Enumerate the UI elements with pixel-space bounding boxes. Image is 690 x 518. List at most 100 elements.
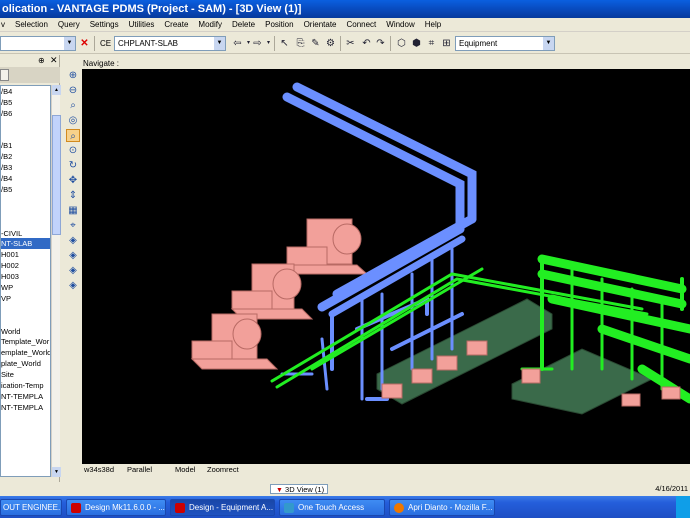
tree-item[interactable]: /B4 xyxy=(1,86,50,97)
tree-item[interactable]: H003 xyxy=(1,271,50,282)
design-explorer-tree[interactable]: /B4/B5/B6/B1/B2/B3/B4/B5 -CIVIL NT-SLAB H00… xyxy=(0,85,51,477)
menu-item-utilities[interactable]: Utilities xyxy=(124,20,160,29)
tree-item[interactable]: /B2 xyxy=(1,151,50,162)
tab-3d-view-label: 3D View (1) xyxy=(285,485,325,494)
chevron-down-icon[interactable]: ▼ xyxy=(543,37,554,50)
scroll-up-icon[interactable]: ▲ xyxy=(52,85,61,95)
zoom-in-icon[interactable]: ⊕ xyxy=(66,69,80,82)
application-mode-dropdown[interactable]: Equipment ▼ xyxy=(455,36,555,51)
taskbar-item[interactable]: Design Mk11.6.0.0 - ... xyxy=(66,499,166,516)
close-icon[interactable]: ✕ xyxy=(50,55,58,66)
taskbar-item-label: Apri Dianto - Mozilla F... xyxy=(408,503,493,512)
select-icon[interactable]: ⎘ xyxy=(294,37,307,50)
menu-item-settings[interactable]: Settings xyxy=(85,20,124,29)
edit-icon[interactable]: ✎ xyxy=(309,37,322,50)
zoom-window-icon[interactable]: ⌕ xyxy=(66,99,80,112)
status-date: 4/16/2011 xyxy=(655,484,688,493)
tree-item[interactable] xyxy=(1,315,50,326)
zoom-icon[interactable]: ⊙ xyxy=(66,144,80,157)
iso-view-3-icon[interactable]: ◈ xyxy=(66,264,80,277)
iso-view-1-icon[interactable]: ◈ xyxy=(66,234,80,247)
menu-item-delete[interactable]: Delete xyxy=(227,20,260,29)
zoom-rect-icon[interactable]: ⌕ xyxy=(66,129,80,142)
zoom-fit-icon[interactable]: ◎ xyxy=(66,114,80,127)
tree-item[interactable]: VP xyxy=(1,293,50,304)
iso-view-2-icon[interactable]: ◈ xyxy=(66,249,80,262)
zoom-out-icon[interactable]: ⊖ xyxy=(66,84,80,97)
pan-icon[interactable]: ✥ xyxy=(66,174,80,187)
tree-item[interactable]: H002 xyxy=(1,260,50,271)
menu-item-create[interactable]: Create xyxy=(159,20,193,29)
taskbar: OUT ENGINEE... Design Mk11.6.0.0 - ... D… xyxy=(0,496,690,518)
menu-item-connect[interactable]: Connect xyxy=(341,20,381,29)
tree-item[interactable]: H001 xyxy=(1,249,50,260)
pipe-icon[interactable]: ⌗ xyxy=(425,37,438,50)
tree-item[interactable]: NT-TEMPLA xyxy=(1,402,50,413)
3d-model-canvas[interactable] xyxy=(82,69,690,464)
current-element-field[interactable]: CHPLANT-SLAB ▼ xyxy=(114,36,226,51)
close-x-icon[interactable]: ✕ xyxy=(78,37,91,50)
window-title: olication - VANTAGE PDMS (Project - SAM)… xyxy=(0,0,690,18)
explorer-dropdown-button[interactable] xyxy=(0,69,9,81)
cut-icon[interactable]: ✂ xyxy=(344,37,357,50)
3d-view-window: Navigate : ⊕ ⊖ ⌕ ◎ ⌕ ⊙ ↻ ✥ ⇕ ▦ ⌖ ◈ ◈ ◈ ◈ xyxy=(62,55,690,494)
tree-item[interactable]: /B1 xyxy=(1,140,50,151)
hvac-icon[interactable]: ⊞ xyxy=(440,37,453,50)
tree-item[interactable]: NT-TEMPLA xyxy=(1,391,50,402)
tree-item[interactable]: /B5 xyxy=(1,97,50,108)
tree-item[interactable]: /B3 xyxy=(1,162,50,173)
iso-view-4-icon[interactable]: ◈ xyxy=(66,279,80,292)
redo-icon[interactable]: ↷ xyxy=(374,37,387,50)
tree-item[interactable] xyxy=(1,119,50,130)
tree-item[interactable] xyxy=(1,304,50,315)
pointer-icon[interactable]: ↖ xyxy=(278,37,291,50)
menu-item-help[interactable]: Help xyxy=(420,20,446,29)
tree-item[interactable]: /B4 xyxy=(1,173,50,184)
walk-icon[interactable]: ⇕ xyxy=(66,189,80,202)
taskbar-item-label: OUT ENGINEE... xyxy=(3,503,62,512)
tree-item[interactable]: /B5 xyxy=(1,184,50,195)
taskbar-item[interactable]: Design - Equipment A... xyxy=(170,499,275,516)
tree-item[interactable]: NT-SLAB xyxy=(1,238,50,250)
menu-item-selection[interactable]: Selection xyxy=(10,20,53,29)
tab-3d-view[interactable]: ▼ 3D View (1) xyxy=(270,484,328,494)
model-editor-icon[interactable]: ⚙ xyxy=(324,37,337,50)
menu-item-orientate[interactable]: Orientate xyxy=(299,20,342,29)
menu-item-window[interactable]: Window xyxy=(381,20,419,29)
pin-icon[interactable]: ⊕ xyxy=(38,56,45,65)
structure-icon[interactable]: ⬢ xyxy=(410,37,423,50)
menu-item-first[interactable]: v xyxy=(0,20,10,29)
plant-model xyxy=(190,82,690,415)
element-dropdown[interactable]: ▼ xyxy=(0,36,76,51)
menu-item-modify[interactable]: Modify xyxy=(193,20,227,29)
chevron-down-icon[interactable]: ▼ xyxy=(64,37,75,50)
taskbar-item[interactable]: One Touch Access xyxy=(279,499,385,516)
taskbar-item[interactable]: Apri Dianto - Mozilla F... xyxy=(389,499,495,516)
undo-icon[interactable]: ↶ xyxy=(360,37,373,50)
menu-item-position[interactable]: Position xyxy=(260,20,298,29)
limits-icon[interactable]: ⌖ xyxy=(66,219,80,232)
tree-item[interactable]: plate_World xyxy=(1,358,50,369)
tree-item[interactable]: emplate_World xyxy=(1,347,50,358)
tree-item[interactable]: Site xyxy=(1,369,50,380)
taskbar-item[interactable]: OUT ENGINEE... xyxy=(0,499,62,516)
scroll-thumb[interactable] xyxy=(52,115,61,235)
tree-item[interactable]: ication-Temp xyxy=(1,380,50,391)
scroll-down-icon[interactable]: ▼ xyxy=(52,467,61,477)
tree-item[interactable]: /B6 xyxy=(1,108,50,119)
tree-item[interactable]: WP xyxy=(1,282,50,293)
tree-item[interactable] xyxy=(1,206,50,217)
menu-item-query[interactable]: Query xyxy=(53,20,85,29)
equipment-icon[interactable]: ⬡ xyxy=(395,37,408,50)
tree-item[interactable] xyxy=(1,195,50,206)
tree-scrollbar[interactable]: ▲ ▼ xyxy=(51,85,61,477)
chevron-down-icon[interactable]: ▼ xyxy=(214,37,225,50)
clip-icon[interactable]: ▦ xyxy=(66,204,80,217)
application-mode-value: Equipment xyxy=(459,39,498,48)
tree-item[interactable] xyxy=(1,130,50,141)
tree-item[interactable]: World xyxy=(1,326,50,337)
tree-item[interactable] xyxy=(1,217,50,228)
tree-item[interactable]: -CIVIL xyxy=(1,228,50,239)
tree-item[interactable]: Template_Wor xyxy=(1,336,50,347)
rotate-icon[interactable]: ↻ xyxy=(66,159,80,172)
